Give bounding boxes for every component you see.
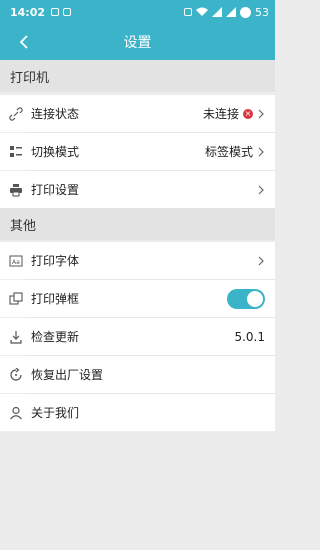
row-label: 打印字体 [31,254,80,268]
back-arrow-icon [19,35,28,49]
chevron-right-icon [258,185,264,194]
section-title: 其他 [10,218,37,234]
app-bar: 设置 [0,24,275,60]
row-value-group [257,256,265,266]
printer-icon [8,182,24,198]
mode-switch-icon [8,144,24,160]
svg-text:Aa: Aa [12,259,20,266]
toggle-knob [247,290,263,307]
section-title: 打印机 [10,70,50,86]
status-right-icons: 53 [184,6,269,19]
row-label: 打印设置 [31,183,80,197]
version-value: 5.0.1 [234,329,265,344]
row-label: 恢复出厂设置 [31,368,104,382]
row-label: 检查更新 [31,330,80,344]
connection-status-value: 未连接 [202,107,239,121]
battery-icon [240,6,251,18]
row-about-us[interactable]: 关于我们 [0,394,275,431]
signal-icon-2 [226,7,236,17]
back-button[interactable] [14,32,34,52]
section-header-other: 其他 [0,208,275,240]
row-value-group: 标签模式 [205,143,265,160]
row-print-popup: 打印弹框 [0,280,275,317]
status-bar: 14:02 53 [0,0,275,24]
font-icon: Aa [8,253,24,269]
row-check-update[interactable]: 检查更新 5.0.1 [0,318,275,355]
row-value-group [257,185,265,195]
chevron-right-icon [258,109,264,118]
row-value-group: 5.0.1 [234,330,265,344]
signal-icon [212,7,222,17]
vibrate-icon [184,8,192,16]
app-notification-icon [63,8,72,16]
status-left-icons [51,8,72,16]
row-factory-reset[interactable]: 恢复出厂设置 [0,356,275,393]
battery-level: 53 [255,5,269,19]
row-label: 关于我们 [31,406,80,420]
row-label: 打印弹框 [31,292,80,306]
reset-icon [8,367,24,383]
print-popup-toggle[interactable] [227,288,265,309]
error-icon: × [243,108,253,119]
download-icon [8,329,24,345]
wifi-icon [196,7,208,16]
row-switch-mode[interactable]: 切换模式 标签模式 [0,133,275,170]
status-time: 14:02 [10,5,46,19]
section-header-printer: 打印机 [0,60,275,92]
user-icon [8,405,24,421]
row-value-group [227,288,265,309]
chevron-right-icon [258,256,264,265]
row-connection-status[interactable]: 连接状态 未连接 × [0,95,275,132]
row-print-font[interactable]: Aa 打印字体 [0,242,275,279]
popup-icon [8,291,24,307]
notification-icon [51,8,60,16]
chevron-right-icon [258,147,264,156]
mode-value: 标签模式 [204,145,253,159]
link-icon [8,106,24,122]
row-value-group: 未连接 × [203,105,265,122]
row-print-settings[interactable]: 打印设置 [0,171,275,208]
row-label: 切换模式 [31,145,80,159]
page-title: 设置 [123,35,152,51]
row-label: 连接状态 [31,107,80,121]
